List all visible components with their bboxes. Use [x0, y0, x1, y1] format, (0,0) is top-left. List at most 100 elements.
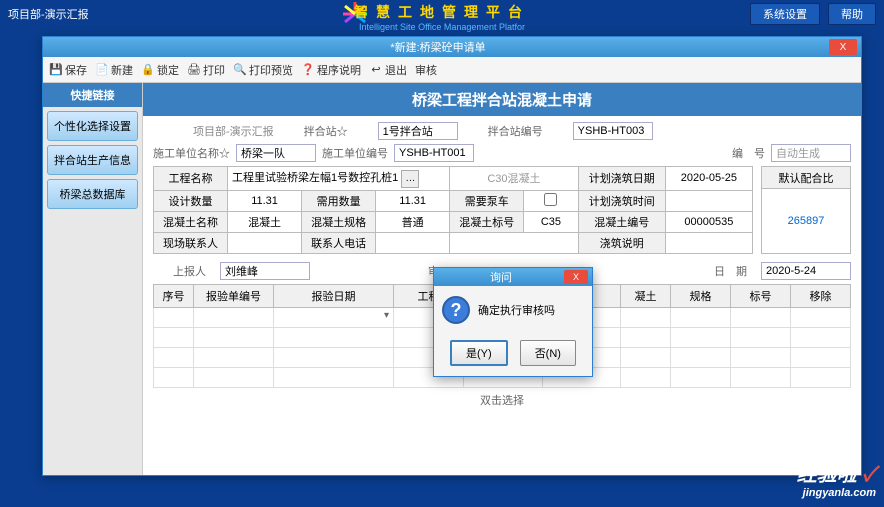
col-concrete: 凝土: [621, 284, 671, 307]
col-grade: 标号: [731, 284, 791, 307]
lock-icon: 🔒: [141, 63, 155, 77]
pump-checkbox[interactable]: [544, 193, 557, 206]
info-icon: ❓: [301, 63, 315, 77]
help-button[interactable]: 帮助: [828, 3, 876, 25]
print-preview-button[interactable]: 🔍打印预览: [233, 62, 293, 78]
preview-icon: 🔍: [233, 63, 247, 77]
concrete-no-cell[interactable]: 00000535: [665, 211, 752, 232]
modal-titlebar: 询问 X: [434, 268, 592, 286]
cell-label: 混凝土标号: [450, 211, 524, 232]
ratio-value[interactable]: 265897: [762, 189, 851, 253]
app-subtitle: Intelligent Site Office Management Platf…: [354, 22, 530, 32]
question-icon: ?: [442, 296, 470, 324]
breadcrumb: 项目部-演示汇报: [8, 6, 89, 22]
cell-label: 设计数量: [154, 190, 228, 211]
cell-label: 联系人电话: [302, 232, 376, 253]
save-button[interactable]: 💾保存: [49, 62, 87, 78]
ratio-header: 默认配合比: [762, 167, 851, 189]
save-icon: 💾: [49, 63, 63, 77]
col-seq: 序号: [154, 284, 194, 307]
cell-label: 计划浇筑日期: [578, 167, 665, 191]
cell-label: 现场联系人: [154, 232, 228, 253]
concrete-spec-cell[interactable]: 普通: [376, 211, 450, 232]
new-icon: 📄: [95, 63, 109, 77]
plan-date-cell[interactable]: 2020-05-25: [665, 167, 752, 191]
confirm-dialog: 询问 X ? 确定执行审核吗 是(Y) 否(N): [433, 267, 593, 377]
app-title-block: 智慧工地管理平台 Intelligent Site Office Managem…: [354, 2, 530, 32]
toolbar: 💾保存 📄新建 🔒锁定 🖨打印 🔍打印预览 ❓程序说明 ↩退出 审核: [43, 57, 861, 83]
app-topbar: 项目部-演示汇报 智慧工地管理平台 Intelligent Site Offic…: [0, 0, 884, 28]
sidebar-item-personalize[interactable]: 个性化选择设置: [47, 111, 138, 141]
cell-label: 需用数量: [302, 190, 376, 211]
col-spec: 规格: [671, 284, 731, 307]
need-qty-cell[interactable]: 11.31: [376, 190, 450, 211]
new-button[interactable]: 📄新建: [95, 62, 133, 78]
system-settings-button[interactable]: 系统设置: [750, 3, 820, 25]
unit-input[interactable]: [236, 144, 316, 162]
cell-label: 需要泵车: [450, 190, 524, 211]
sidebar-header: 快捷链接: [43, 83, 142, 107]
app-title: 智慧工地管理平台: [354, 2, 530, 22]
station-no-input[interactable]: [573, 122, 653, 140]
ratio-grid: 默认配合比 265897: [761, 166, 851, 254]
code-label: 编 号: [732, 145, 765, 161]
concrete-grade-cell[interactable]: C35: [524, 211, 578, 232]
station-input[interactable]: [378, 122, 458, 140]
exit-button[interactable]: ↩退出: [369, 62, 407, 78]
modal-close-button[interactable]: X: [564, 270, 588, 284]
contact-cell[interactable]: [228, 232, 302, 253]
sidebar-item-production[interactable]: 拌合站生产信息: [47, 145, 138, 175]
concrete-type-cell: C30混凝土: [450, 167, 579, 191]
window-close-button[interactable]: X: [829, 39, 857, 55]
station-label: 拌合站☆: [304, 123, 348, 139]
project-lookup-button[interactable]: …: [401, 170, 419, 188]
exit-icon: ↩: [369, 63, 383, 77]
yes-button[interactable]: 是(Y): [450, 340, 508, 366]
reporter-input[interactable]: [220, 262, 310, 280]
program-desc-button[interactable]: ❓程序说明: [301, 62, 361, 78]
col-remove: 移除: [791, 284, 851, 307]
watermark: 经验啦 ✓ jingyanla.com: [797, 458, 876, 499]
check-icon: ✓: [862, 464, 876, 486]
reporter-label: 上报人: [173, 263, 206, 279]
col-report-no: 报验单编号: [194, 284, 274, 307]
cell-label: 浇筑说明: [578, 232, 665, 253]
date-input[interactable]: [761, 262, 851, 280]
detail-grid: 工程名称 工程里试验桥梁左幅1号数控孔桩1 … C30混凝土 计划浇筑日期 20…: [153, 166, 753, 254]
audit-button[interactable]: 审核: [415, 62, 437, 78]
unit-no-input[interactable]: [394, 144, 474, 162]
unit-label: 施工单位名称☆: [153, 145, 230, 161]
sidebar: 快捷链接 个性化选择设置 拌合站生产信息 桥梁总数据库: [43, 83, 143, 475]
date-dropdown-cell[interactable]: [274, 307, 394, 327]
no-button[interactable]: 否(N): [520, 340, 576, 366]
cell-label: 工程名称: [154, 167, 228, 191]
unit-no-label: 施工单位编号: [322, 145, 388, 161]
phone-cell[interactable]: [376, 232, 450, 253]
project-label: 项目部-演示汇报: [193, 123, 274, 139]
window-titlebar: *新建:桥梁砼申请单 X: [43, 37, 861, 57]
cell-label: 混凝土名称: [154, 211, 228, 232]
print-button[interactable]: 🖨打印: [187, 62, 225, 78]
double-click-hint: 双击选择: [153, 388, 851, 412]
cell-label: 混凝土规格: [302, 211, 376, 232]
page-title: 桥梁工程拌合站混凝土申请: [143, 83, 861, 116]
sidebar-item-database[interactable]: 桥梁总数据库: [47, 179, 138, 209]
modal-message: 确定执行审核吗: [478, 302, 555, 318]
pump-checkbox-cell[interactable]: [524, 190, 578, 211]
code-input: [771, 144, 851, 162]
print-icon: 🖨: [187, 63, 201, 77]
modal-title: 询问: [490, 269, 512, 285]
project-name-cell[interactable]: 工程里试验桥梁左幅1号数控孔桩1 …: [228, 167, 450, 191]
concrete-name-cell[interactable]: 混凝土: [228, 211, 302, 232]
col-report-date: 报验日期: [274, 284, 394, 307]
main-window: *新建:桥梁砼申请单 X 💾保存 📄新建 🔒锁定 🖨打印 🔍打印预览 ❓程序说明…: [42, 36, 862, 476]
window-title: *新建:桥梁砼申请单: [390, 39, 485, 55]
cell-label: 计划浇筑时间: [578, 190, 665, 211]
plan-time-cell[interactable]: [665, 190, 752, 211]
cell-label: 混凝土编号: [578, 211, 665, 232]
design-qty-cell[interactable]: 11.31: [228, 190, 302, 211]
lock-button[interactable]: 🔒锁定: [141, 62, 179, 78]
date-label: 日 期: [714, 263, 747, 279]
pour-desc-cell[interactable]: [665, 232, 752, 253]
station-no-label: 拌合站编号: [488, 123, 543, 139]
